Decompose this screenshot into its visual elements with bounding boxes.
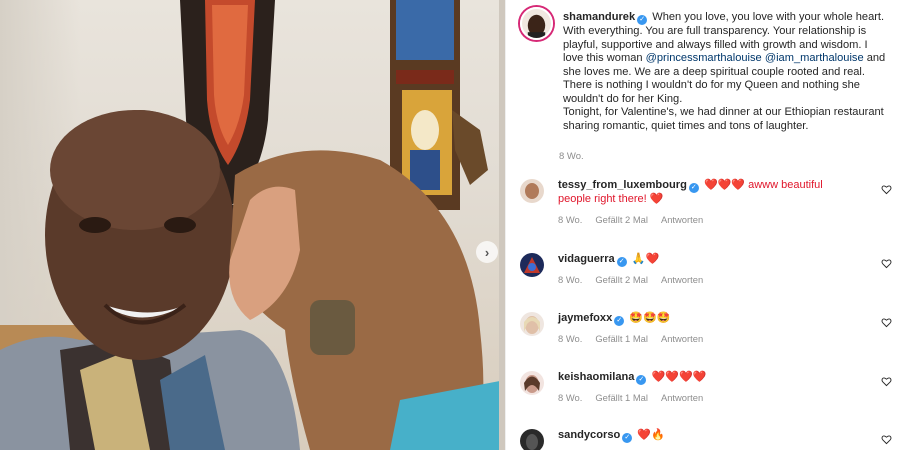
post-timestamp: 8 Wo. (559, 151, 584, 162)
post-side-panel: shamandurek ✓ When you love, you love wit… (505, 0, 900, 450)
comment-time: 8 Wo. (558, 274, 583, 285)
heart-outline-icon[interactable] (881, 317, 892, 328)
comment-meta: 8 Wo. Gefällt 1 Mal Antworten (558, 392, 858, 403)
comment-time: 8 Wo. (558, 392, 583, 403)
comment-likes[interactable]: Gefällt 2 Mal (595, 214, 648, 225)
comment-item: tessy_from_luxembourg ✓ ❤️❤️❤️ awww beaut… (520, 179, 896, 225)
comment-meta: 8 Wo. Gefällt 2 Mal Antworten (558, 274, 858, 285)
verified-badge-icon: ✓ (637, 15, 648, 25)
mention-link-2[interactable]: @iam_marthalouise (765, 52, 864, 64)
verified-badge-icon: ✓ (616, 257, 627, 267)
comment-item: jaymefoxx ✓ 🤩🤩🤩 8 Wo. Gefällt 1 Mal Antwo… (520, 312, 896, 344)
author-username[interactable]: shamandurek (563, 11, 635, 23)
verified-badge-icon: ✓ (614, 316, 625, 326)
comment-time: 8 Wo. (558, 333, 583, 344)
verified-badge-icon: ✓ (622, 433, 633, 443)
comment-content: 🤩🤩🤩 (629, 312, 671, 324)
reply-button[interactable]: Antworten (661, 274, 703, 285)
verified-badge-icon: ✓ (636, 375, 647, 385)
comment-body: sandycorso ✓ ❤️🔥 (558, 429, 858, 450)
heart-outline-icon[interactable] (881, 258, 892, 269)
comment-text: jaymefoxx ✓ 🤩🤩🤩 (558, 312, 858, 326)
heart-outline-icon[interactable] (881, 184, 892, 195)
heart-outline-icon[interactable] (881, 376, 892, 387)
comment-text: tessy_from_luxembourg ✓ ❤️❤️❤️ awww beaut… (558, 179, 858, 207)
verified-badge-icon: ✓ (688, 183, 699, 193)
commenter-avatar[interactable] (520, 429, 544, 450)
chevron-right-icon[interactable]: › (476, 241, 498, 263)
mention-link-1[interactable]: @princessmarthalouise (646, 52, 762, 64)
author-avatar[interactable] (520, 7, 553, 40)
comment-body: vidaguerra ✓ 🙏❤️ 8 Wo. Gefällt 2 Mal Antw… (558, 253, 858, 285)
comment-body: jaymefoxx ✓ 🤩🤩🤩 8 Wo. Gefällt 1 Mal Antwo… (558, 312, 858, 344)
post-caption: shamandurek ✓ When you love, you love wit… (518, 5, 898, 133)
comment-text: sandycorso ✓ ❤️🔥 (558, 429, 858, 443)
post-photo: › (0, 0, 505, 450)
commenter-avatar[interactable] (520, 179, 544, 203)
comment-content: 🙏❤️ (631, 253, 660, 265)
comment-body: tessy_from_luxembourg ✓ ❤️❤️❤️ awww beaut… (558, 179, 858, 225)
commenter-username[interactable]: sandycorso (558, 429, 620, 441)
commenter-username[interactable]: keishaomilana (558, 371, 634, 383)
comment-time: 8 Wo. (558, 213, 583, 225)
comment-item: keishaomilana ✓ ❤️❤️❤️❤️ 8 Wo. Gefällt 1 … (520, 371, 896, 403)
comment-content: ❤️🔥 (637, 429, 665, 441)
comment-item: sandycorso ✓ ❤️🔥 (520, 429, 896, 450)
commenter-avatar[interactable] (520, 253, 544, 277)
comment-meta: 8 Wo. Gefällt 2 Mal Antworten (558, 214, 858, 225)
commenter-avatar[interactable] (520, 371, 544, 395)
comment-likes[interactable]: Gefällt 1 Mal (595, 392, 648, 403)
comment-content: ❤️❤️❤️❤️ (651, 371, 707, 383)
commenter-username[interactable]: vidaguerra (558, 253, 615, 265)
caption-part-3: Tonight, for Valentine's, we had dinner … (563, 106, 884, 132)
reply-button[interactable]: Antworten (661, 333, 703, 344)
commenter-avatar[interactable] (520, 312, 544, 336)
commenter-username[interactable]: jaymefoxx (558, 312, 612, 324)
comment-likes[interactable]: Gefällt 2 Mal (595, 274, 648, 285)
reply-button[interactable]: Antworten (661, 214, 703, 225)
photo-illustration (0, 0, 505, 450)
comment-text: keishaomilana ✓ ❤️❤️❤️❤️ (558, 371, 858, 385)
heart-outline-icon[interactable] (881, 434, 892, 445)
comment-likes[interactable]: Gefällt 1 Mal (595, 333, 648, 344)
caption-text: shamandurek ✓ When you love, you love wit… (563, 5, 888, 133)
comment-body: keishaomilana ✓ ❤️❤️❤️❤️ 8 Wo. Gefällt 1 … (558, 371, 858, 403)
comment-meta: 8 Wo. Gefällt 1 Mal Antworten (558, 333, 858, 344)
commenter-username[interactable]: tessy_from_luxembourg (558, 179, 687, 191)
reply-button[interactable]: Antworten (661, 392, 703, 403)
comment-text: vidaguerra ✓ 🙏❤️ (558, 253, 858, 267)
comment-item: vidaguerra ✓ 🙏❤️ 8 Wo. Gefällt 2 Mal Antw… (520, 253, 896, 285)
